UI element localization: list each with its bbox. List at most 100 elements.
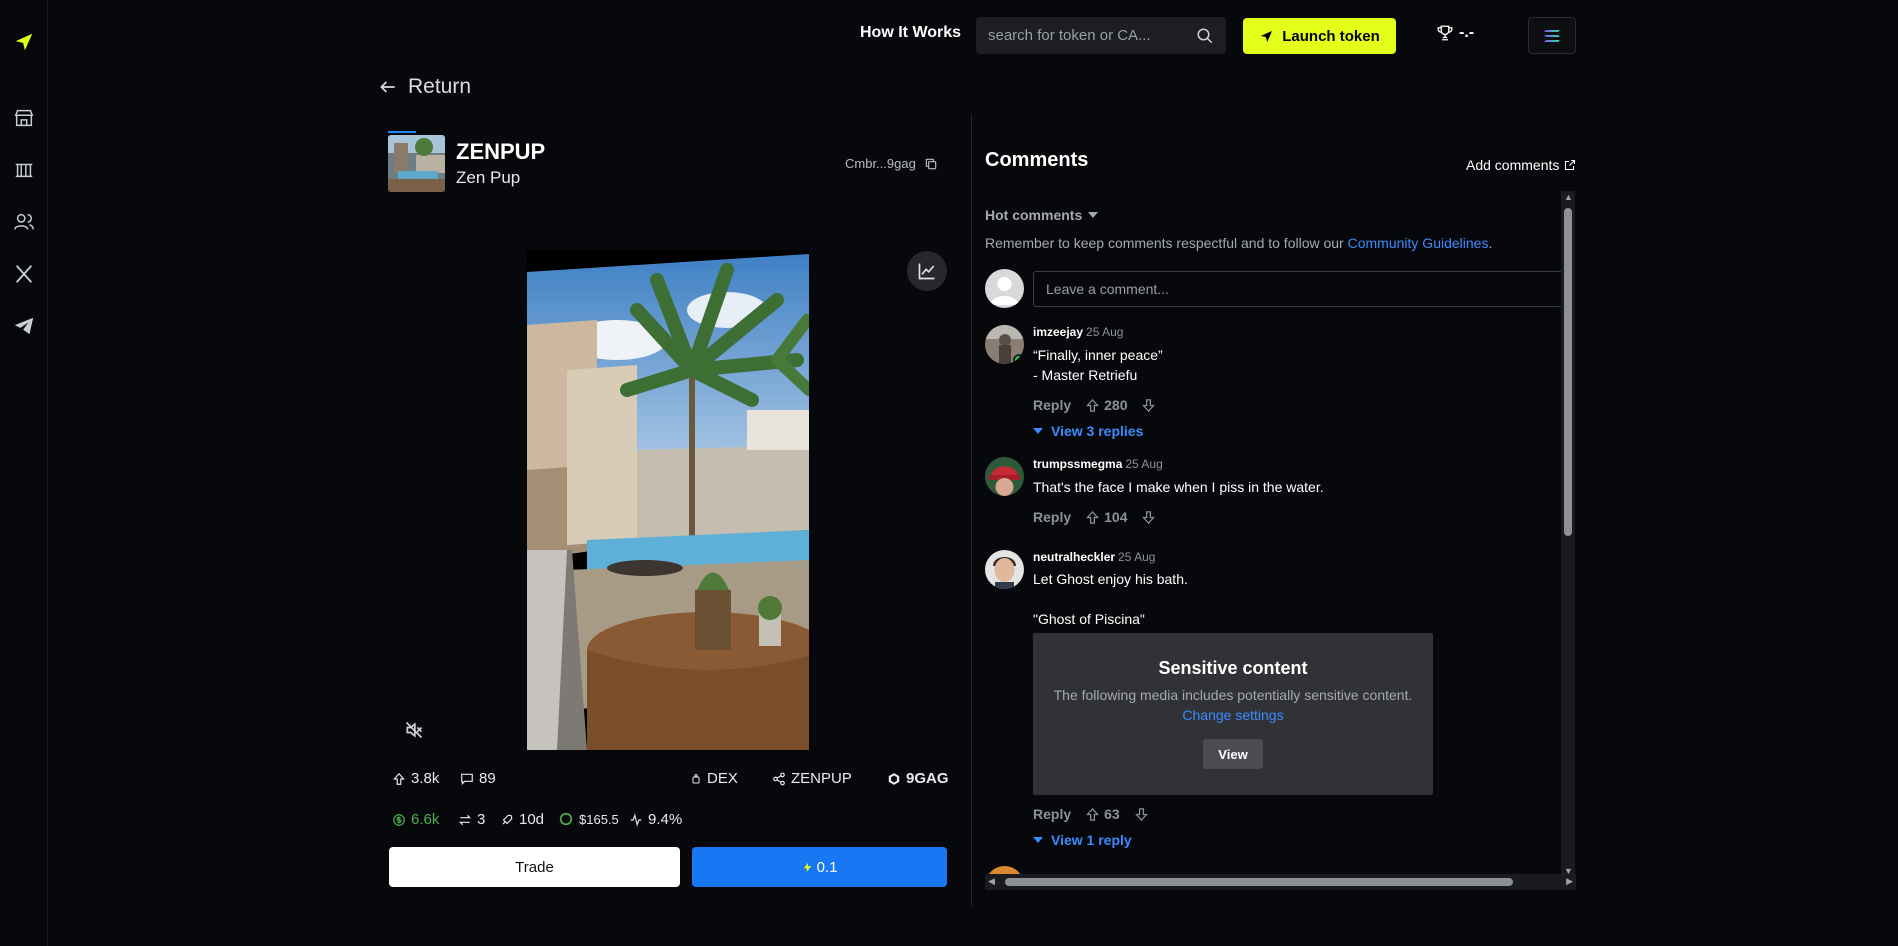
token-ticker: ZENPUP xyxy=(456,139,546,164)
avatar[interactable] xyxy=(985,325,1024,364)
return-label: Return xyxy=(408,75,472,98)
chart-toggle-button[interactable] xyxy=(907,251,947,291)
column-divider xyxy=(971,114,972,906)
library-icon[interactable] xyxy=(10,156,38,184)
comment-text-line: That's the face I make when I piss in th… xyxy=(1033,479,1324,495)
price-stat: $165.5 xyxy=(558,811,619,827)
comment-sort-label: Hot comments xyxy=(985,207,1083,223)
trades-stat: 3 xyxy=(458,811,485,828)
how-it-works-link[interactable]: How It Works xyxy=(860,24,961,42)
view-sensitive-button[interactable]: View xyxy=(1203,739,1263,769)
comment-icon xyxy=(461,773,473,785)
comment-item: trumpssmegma 25 Aug That's the face I mak… xyxy=(985,457,1555,537)
solana-icon xyxy=(1544,29,1560,42)
comment-text-line: “Finally, inner peace” xyxy=(1033,347,1163,363)
tab-indicator xyxy=(388,131,416,133)
comment-input[interactable] xyxy=(1033,271,1563,307)
reply-button[interactable]: Reply xyxy=(1033,509,1071,525)
upvote-icon xyxy=(1086,510,1100,524)
upvote-button[interactable]: 104 xyxy=(1085,509,1127,525)
quick-buy-amount: 0.1 xyxy=(816,858,838,876)
comment-actions: Reply 280 xyxy=(1033,397,1156,413)
price-value: $165.5 xyxy=(579,811,619,827)
users-icon[interactable] xyxy=(10,208,38,236)
reply-button[interactable]: Reply xyxy=(1033,397,1071,413)
search-input[interactable] xyxy=(988,27,1196,44)
dex-link[interactable]: DEX xyxy=(690,770,738,787)
quick-buy-button[interactable]: 0.1 xyxy=(692,847,947,887)
comments-stat[interactable]: 89 xyxy=(460,770,496,787)
comments-title: Comments xyxy=(985,149,1089,171)
view-replies-button[interactable]: View 3 replies xyxy=(1033,423,1143,439)
view-replies-button[interactable]: View 1 reply xyxy=(1033,832,1132,848)
mute-icon[interactable] xyxy=(404,720,424,740)
logo-icon[interactable] xyxy=(10,28,38,56)
return-button[interactable]: Return xyxy=(378,75,471,99)
comment-text-line: - Master Retriefu xyxy=(1033,367,1138,383)
token-thumbnail[interactable] xyxy=(388,135,445,192)
left-sidebar xyxy=(0,0,48,946)
downvote-button[interactable] xyxy=(1141,398,1156,413)
avatar[interactable] xyxy=(985,550,1024,589)
comment-sort-dropdown[interactable]: Hot comments xyxy=(985,207,1099,223)
view-replies-label: View 1 reply xyxy=(1051,832,1132,848)
x-twitter-icon[interactable] xyxy=(10,260,38,288)
share-link[interactable]: ZENPUP xyxy=(772,770,852,787)
dex-icon xyxy=(692,773,700,783)
comments-count: 89 xyxy=(479,770,496,787)
comment-time: 25 Aug xyxy=(1086,325,1124,339)
contract-address[interactable]: Cmbr...9gag xyxy=(845,156,938,171)
reply-button[interactable]: Reply xyxy=(1033,806,1071,822)
trophy-value: -.- xyxy=(1459,24,1475,41)
scroll-left-icon[interactable]: ◀ xyxy=(988,876,995,887)
horizontal-scroll-thumb[interactable] xyxy=(1005,878,1513,886)
age-value: 10d xyxy=(519,811,545,828)
age-stat: 10d xyxy=(500,811,544,828)
comment-text-line: "Ghost of Piscina" xyxy=(1033,611,1145,627)
upvote-count: 63 xyxy=(1104,806,1120,822)
token-video[interactable] xyxy=(527,250,809,750)
change-settings-link[interactable]: Change settings xyxy=(1033,707,1433,723)
downvote-button[interactable] xyxy=(1134,807,1149,822)
downvote-button[interactable] xyxy=(1141,510,1156,525)
community-guidelines-link[interactable]: Community Guidelines xyxy=(1348,235,1489,251)
comment-username[interactable]: neutralheckler xyxy=(1033,550,1115,564)
comment-username[interactable]: trumpssmegma xyxy=(1033,457,1122,471)
line-chart-icon xyxy=(918,263,935,280)
mcap-stat: 6.6k xyxy=(392,811,439,828)
dex-label: DEX xyxy=(707,770,738,787)
upvotes-stat[interactable]: 3.8k xyxy=(392,770,439,787)
lightning-icon xyxy=(803,862,811,872)
my-avatar xyxy=(985,269,1024,308)
search-icon[interactable] xyxy=(1196,27,1214,45)
scroll-right-icon[interactable]: ▶ xyxy=(1566,876,1573,887)
sensitive-content-overlay: Sensitive content The following media in… xyxy=(1033,633,1433,795)
upvote-button[interactable]: 63 xyxy=(1085,806,1120,822)
telegram-icon[interactable] xyxy=(10,312,38,340)
add-comments-label: Add comments xyxy=(1466,157,1560,173)
comment-item: imzeejay 25 Aug “Finally, inner peace” - … xyxy=(985,325,1555,445)
solana-menu-button[interactable] xyxy=(1528,17,1576,54)
comment-username[interactable]: imzeejay xyxy=(1033,325,1083,339)
dollar-coin-icon xyxy=(393,813,405,826)
source-link[interactable]: 9GAG xyxy=(887,770,949,787)
trophy-points[interactable]: -.- xyxy=(1436,24,1474,42)
comments-vertical-scrollbar[interactable]: ▲ ▼ xyxy=(1561,191,1575,876)
trades-value: 3 xyxy=(477,811,486,828)
upvote-button[interactable]: 280 xyxy=(1085,397,1127,413)
contract-address-text: Cmbr...9gag xyxy=(845,156,916,171)
trophy-icon xyxy=(1437,25,1453,41)
trade-button[interactable]: Trade xyxy=(389,847,680,887)
add-comments-link[interactable]: Add comments xyxy=(1466,157,1576,173)
vertical-scroll-thumb[interactable] xyxy=(1564,208,1572,536)
launch-token-button[interactable]: Launch token xyxy=(1243,18,1396,54)
guidelines-end: . xyxy=(1488,235,1493,251)
copy-icon[interactable] xyxy=(924,157,938,171)
comments-horizontal-scrollbar[interactable]: ◀ ▶ xyxy=(985,874,1576,890)
upvote-icon xyxy=(393,772,405,785)
store-icon[interactable] xyxy=(10,104,38,132)
avatar[interactable] xyxy=(985,457,1024,496)
scroll-up-icon[interactable]: ▲ xyxy=(1564,192,1573,202)
external-link-icon xyxy=(1565,159,1576,171)
comment-actions: Reply 63 xyxy=(1033,806,1149,822)
